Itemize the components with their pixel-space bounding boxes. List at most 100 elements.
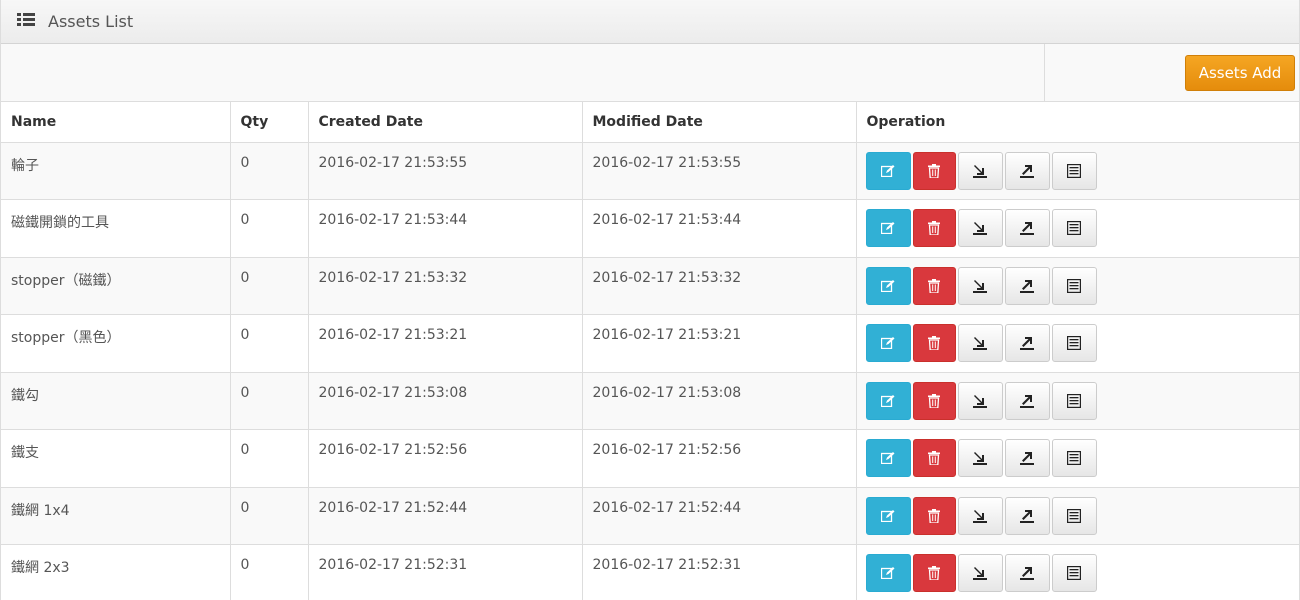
table-row: 鐵網 2x3 0 2016-02-17 21:52:31 2016-02-17 21:… xyxy=(1,544,1299,600)
cell-created-date: 2016-02-17 21:52:31 xyxy=(308,544,583,600)
cell-modified-date: 2016-02-17 21:53:32 xyxy=(582,257,857,315)
cell-modified-date: 2016-02-17 21:52:56 xyxy=(582,429,857,488)
cell-qty: 0 xyxy=(230,372,309,430)
table-row: 鐵網 1x4 0 2016-02-17 21:52:44 2016-02-17 21:… xyxy=(1,487,1299,545)
cell-qty: 0 xyxy=(230,199,309,258)
import-button[interactable] xyxy=(957,554,1003,592)
column-header-created-date[interactable]: Created Date xyxy=(308,102,583,143)
assets-add-button[interactable]: Assets Add xyxy=(1185,55,1295,91)
export-button[interactable] xyxy=(1004,209,1050,247)
cell-qty: 0 xyxy=(230,487,309,545)
assets-panel: Assets List Assets Add Name Qty Created … xyxy=(0,0,1300,600)
table-row: stopper（磁鐵） 0 2016-02-17 21:53:32 2016-02-1… xyxy=(1,257,1299,315)
edit-button[interactable] xyxy=(865,554,911,592)
import-button[interactable] xyxy=(957,381,1003,420)
export-button[interactable] xyxy=(1004,381,1050,420)
detail-button[interactable] xyxy=(1051,439,1097,477)
cell-modified-date: 2016-02-17 21:53:08 xyxy=(582,372,857,430)
export-button[interactable] xyxy=(1004,439,1050,477)
list-icon xyxy=(17,13,35,27)
cell-name[interactable]: 輪子 xyxy=(1,142,231,200)
cell-operations xyxy=(856,487,1299,545)
page-title: Assets List xyxy=(48,12,134,31)
detail-button[interactable] xyxy=(1051,496,1097,535)
detail-button[interactable] xyxy=(1051,209,1097,247)
table-row: 鐵支 0 2016-02-17 21:52:56 2016-02-17 21:52:5… xyxy=(1,429,1299,488)
export-button[interactable] xyxy=(1004,266,1050,305)
import-button[interactable] xyxy=(957,266,1003,305)
cell-name[interactable]: stopper（磁鐵） xyxy=(1,257,231,315)
column-header-operation: Operation xyxy=(856,102,1299,143)
export-button[interactable] xyxy=(1004,324,1050,362)
edit-button[interactable] xyxy=(865,151,911,190)
cell-name[interactable]: 鐵網 2x3 xyxy=(1,544,231,600)
panel-heading: Assets List xyxy=(1,0,1299,44)
cell-operations xyxy=(856,314,1299,373)
delete-button[interactable] xyxy=(912,324,956,362)
cell-qty: 0 xyxy=(230,429,309,488)
delete-button[interactable] xyxy=(912,266,956,305)
cell-operations xyxy=(856,429,1299,488)
import-button[interactable] xyxy=(957,439,1003,477)
cell-created-date: 2016-02-17 21:53:55 xyxy=(308,142,583,200)
edit-button[interactable] xyxy=(865,439,911,477)
toolbar: Assets Add xyxy=(1,44,1299,102)
export-button[interactable] xyxy=(1004,554,1050,592)
delete-button[interactable] xyxy=(912,439,956,477)
column-header-qty[interactable]: Qty xyxy=(230,102,309,143)
column-header-name[interactable]: Name xyxy=(1,102,231,143)
detail-button[interactable] xyxy=(1051,381,1097,420)
delete-button[interactable] xyxy=(912,209,956,247)
cell-operations xyxy=(856,372,1299,430)
cell-modified-date: 2016-02-17 21:53:21 xyxy=(582,314,857,373)
cell-modified-date: 2016-02-17 21:52:31 xyxy=(582,544,857,600)
cell-name[interactable]: stopper（黑色） xyxy=(1,314,231,373)
cell-modified-date: 2016-02-17 21:52:44 xyxy=(582,487,857,545)
import-button[interactable] xyxy=(957,496,1003,535)
cell-name[interactable]: 磁鐵開鎖的工具 xyxy=(1,199,231,258)
detail-button[interactable] xyxy=(1051,266,1097,305)
cell-created-date: 2016-02-17 21:53:44 xyxy=(308,199,583,258)
assets-table: Name Qty Created Date Modified Date Oper… xyxy=(1,102,1299,600)
delete-button[interactable] xyxy=(912,554,956,592)
export-button[interactable] xyxy=(1004,496,1050,535)
cell-operations xyxy=(856,544,1299,600)
cell-name[interactable]: 鐵網 1x4 xyxy=(1,487,231,545)
import-button[interactable] xyxy=(957,151,1003,190)
cell-operations xyxy=(856,142,1299,200)
toolbar-divider xyxy=(1044,44,1045,102)
cell-name[interactable]: 鐵支 xyxy=(1,429,231,488)
cell-name[interactable]: 鐵勾 xyxy=(1,372,231,430)
cell-qty: 0 xyxy=(230,142,309,200)
table-row: 磁鐵開鎖的工具 0 2016-02-17 21:53:44 2016-02-17 21… xyxy=(1,199,1299,258)
cell-created-date: 2016-02-17 21:52:44 xyxy=(308,487,583,545)
detail-button[interactable] xyxy=(1051,324,1097,362)
column-header-modified-date[interactable]: Modified Date xyxy=(582,102,857,143)
cell-modified-date: 2016-02-17 21:53:55 xyxy=(582,142,857,200)
delete-button[interactable] xyxy=(912,381,956,420)
import-button[interactable] xyxy=(957,209,1003,247)
edit-button[interactable] xyxy=(865,381,911,420)
import-button[interactable] xyxy=(957,324,1003,362)
edit-button[interactable] xyxy=(865,496,911,535)
table-row: stopper（黑色） 0 2016-02-17 21:53:21 2016-02-1… xyxy=(1,314,1299,373)
delete-button[interactable] xyxy=(912,151,956,190)
cell-created-date: 2016-02-17 21:53:08 xyxy=(308,372,583,430)
table-row: 鐵勾 0 2016-02-17 21:53:08 2016-02-17 21:53:0… xyxy=(1,372,1299,430)
edit-button[interactable] xyxy=(865,324,911,362)
cell-operations xyxy=(856,199,1299,258)
cell-created-date: 2016-02-17 21:52:56 xyxy=(308,429,583,488)
export-button[interactable] xyxy=(1004,151,1050,190)
table-header-row: Name Qty Created Date Modified Date Oper… xyxy=(1,102,1299,143)
edit-button[interactable] xyxy=(865,266,911,305)
detail-button[interactable] xyxy=(1051,151,1097,190)
cell-created-date: 2016-02-17 21:53:32 xyxy=(308,257,583,315)
detail-button[interactable] xyxy=(1051,554,1097,592)
cell-qty: 0 xyxy=(230,314,309,373)
delete-button[interactable] xyxy=(912,496,956,535)
cell-qty: 0 xyxy=(230,544,309,600)
cell-created-date: 2016-02-17 21:53:21 xyxy=(308,314,583,373)
cell-qty: 0 xyxy=(230,257,309,315)
cell-modified-date: 2016-02-17 21:53:44 xyxy=(582,199,857,258)
edit-button[interactable] xyxy=(865,209,911,247)
